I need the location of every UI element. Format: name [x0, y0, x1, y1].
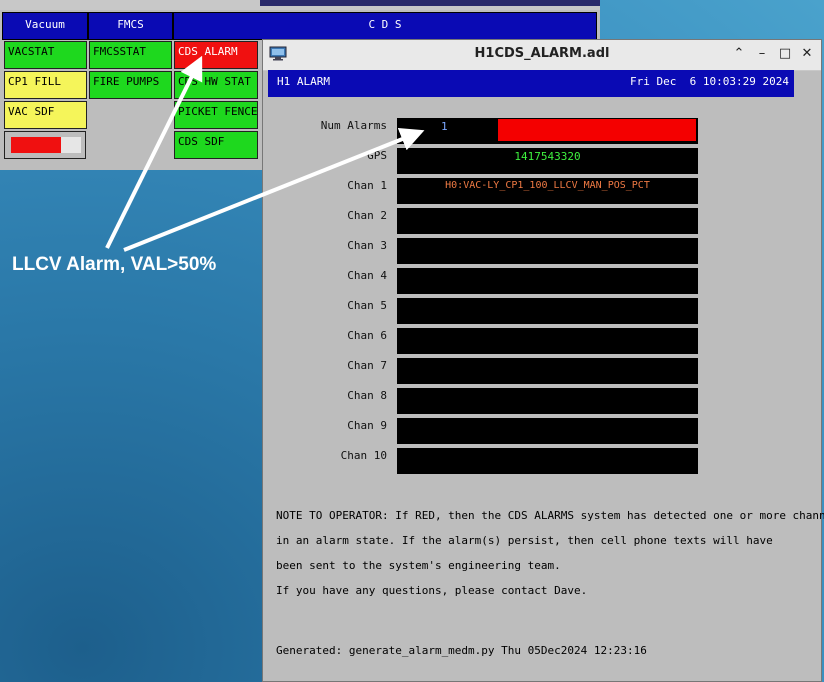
chan-9-field [397, 418, 698, 444]
note-line-2: in an alarm state. If the alarm(s) persi… [276, 534, 773, 547]
annotation-label: LLCV Alarm, VAL>50% [12, 254, 217, 275]
alarm-indicator [498, 119, 696, 141]
chan-8-label: Chan 8 [347, 389, 387, 402]
cds-alarm-window: H1CDS_ALARM.adl ⌃ – □ ✕ H1 ALARM Fri Dec… [262, 39, 824, 682]
chan-4-field [397, 268, 698, 294]
chan-2-field [397, 208, 698, 234]
chan-1-label: Chan 1 [347, 179, 387, 192]
fire-pumps-button[interactable]: FIRE PUMPS [89, 71, 172, 99]
chan-5-field [397, 298, 698, 324]
num-alarms-field: 1 [397, 118, 698, 144]
note-line-1: NOTE TO OPERATOR: If RED, then the CDS A… [276, 509, 824, 522]
fmcs-header: FMCS [88, 12, 173, 40]
meter-fill [11, 137, 61, 153]
meter-empty [61, 137, 81, 153]
picket-fence-button[interactable]: PICKET FENCE [174, 101, 258, 129]
num-alarms-value: 1 [441, 120, 448, 133]
chan-8-field [397, 388, 698, 414]
chan-6-field [397, 328, 698, 354]
chan-7-label: Chan 7 [347, 359, 387, 372]
cds-header: C D S [173, 12, 597, 40]
gps-value: 1417543320 [514, 150, 581, 163]
vacuum-header: Vacuum [2, 12, 88, 40]
header-datetime: Fri Dec 6 10:03:29 2024 [630, 75, 789, 88]
alarm-header-bar: H1 ALARM Fri Dec 6 10:03:29 2024 [268, 70, 794, 97]
cds-alarm-button[interactable]: CDS ALARM [174, 41, 258, 69]
chan-5-label: Chan 5 [347, 299, 387, 312]
fmcsstat-button[interactable]: FMCSSTAT [89, 41, 172, 69]
chan-10-field [397, 448, 698, 474]
note-line-4: If you have any questions, please contac… [276, 584, 588, 597]
vacstat-button[interactable]: VACSTAT [4, 41, 87, 69]
chan-1-field: H0:VAC-LY_CP1_100_LLCV_MAN_POS_PCT [397, 178, 698, 204]
num-alarms-label: Num Alarms [320, 119, 387, 132]
overview-status-bar [260, 0, 600, 6]
chan-10-label: Chan 10 [340, 449, 387, 462]
maximize-icon[interactable]: ⌃ [730, 45, 748, 63]
chan-6-label: Chan 6 [347, 329, 387, 342]
chan-4-label: Chan 4 [347, 269, 387, 282]
gps-label: GPS [367, 149, 387, 162]
chan-3-field [397, 238, 698, 264]
chan-7-field [397, 358, 698, 384]
generated-footer: Generated: generate_alarm_medm.py Thu 05… [276, 644, 647, 657]
gps-field: 1417543320 [397, 148, 698, 174]
cp1-fill-button[interactable]: CP1 FILL [4, 71, 87, 99]
header-title: H1 ALARM [277, 75, 330, 88]
close-icon[interactable]: ✕ [798, 45, 816, 63]
note-line-3: been sent to the system's engineering te… [276, 559, 561, 572]
cds-hw-stat-button[interactable]: CDS HW STAT [174, 71, 258, 99]
chan-2-label: Chan 2 [347, 209, 387, 222]
cds-sdf-button[interactable]: CDS SDF [174, 131, 258, 159]
vac-sdf-button[interactable]: VAC SDF [4, 101, 87, 129]
overview-top-strip [0, 0, 600, 10]
minimize-icon[interactable]: – [753, 45, 771, 63]
vacuum-level-meter [4, 131, 86, 159]
chan-1-value: H0:VAC-LY_CP1_100_LLCV_MAN_POS_PCT [445, 180, 650, 191]
window-titlebar[interactable]: H1CDS_ALARM.adl ⌃ – □ ✕ [263, 40, 821, 71]
chan-9-label: Chan 9 [347, 419, 387, 432]
chan-3-label: Chan 3 [347, 239, 387, 252]
restore-icon[interactable]: □ [776, 45, 794, 63]
